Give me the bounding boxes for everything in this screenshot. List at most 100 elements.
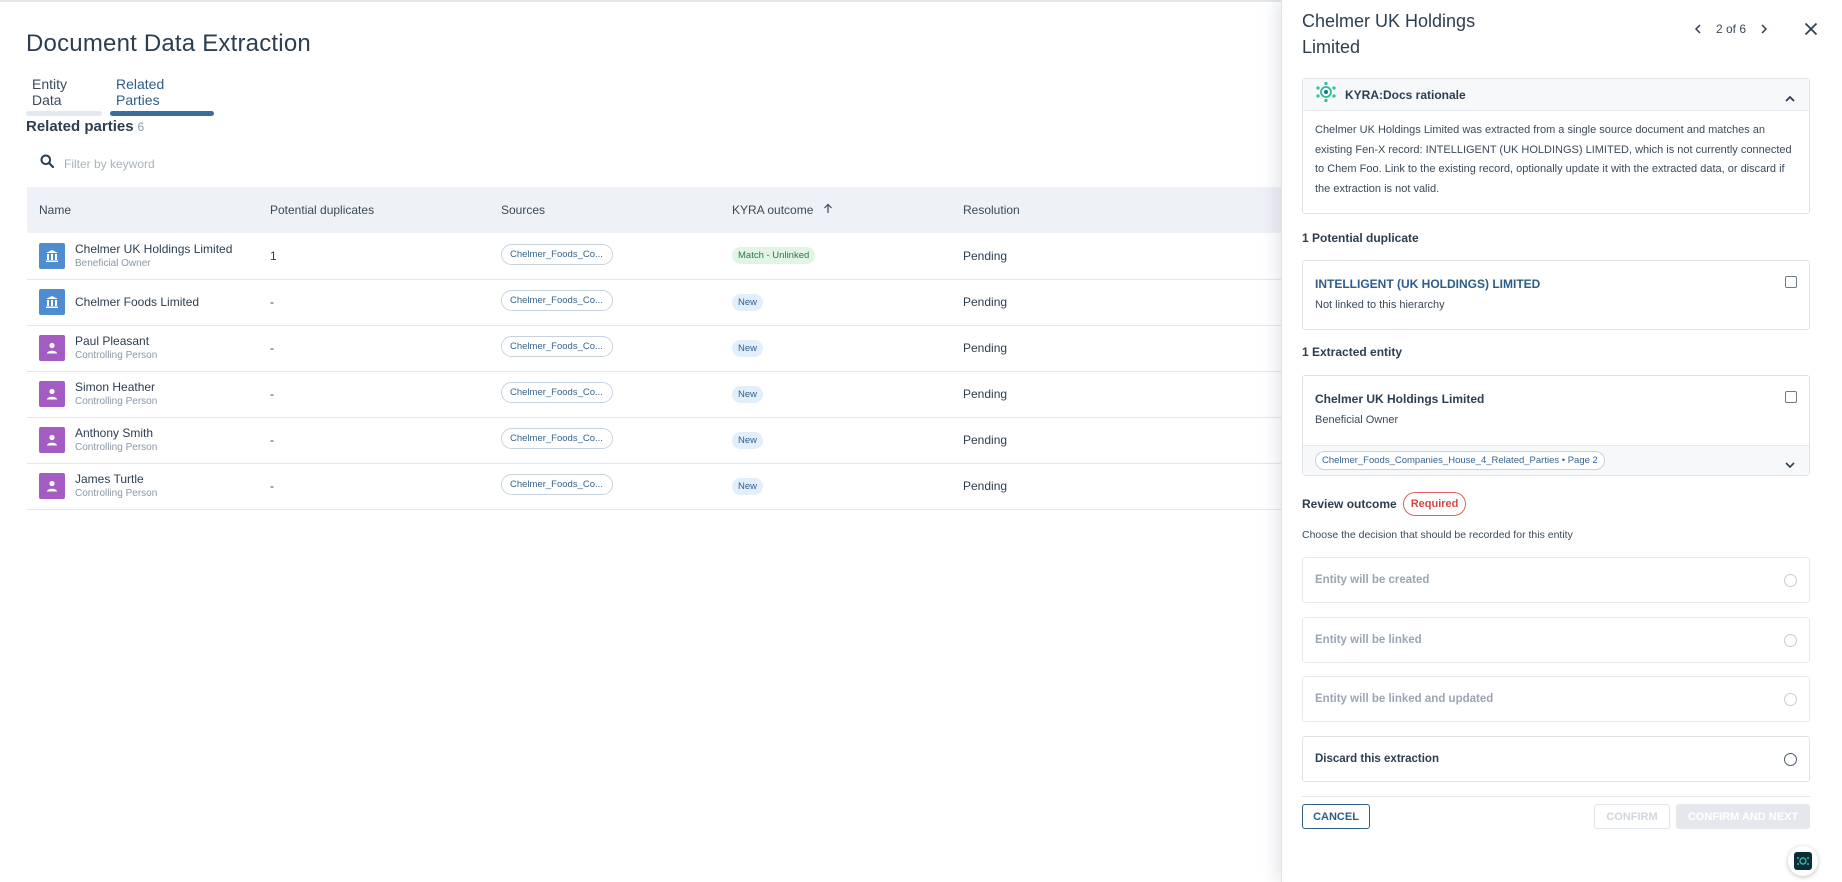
kyra-rationale-title: KYRA:Docs rationale — [1345, 87, 1466, 102]
related-parties-heading: Related parties 6 — [26, 118, 144, 135]
required-badge: Required — [1402, 492, 1467, 516]
option-label: Discard this extraction — [1315, 753, 1439, 765]
option-radio — [1784, 574, 1797, 587]
person-icon — [39, 335, 65, 361]
party-name[interactable]: Anthony Smith — [75, 426, 157, 441]
source-document-pill[interactable]: Chelmer_Foods_Companies_House_4_Related_… — [1315, 451, 1605, 470]
kyra-assistant-icon — [1794, 852, 1812, 870]
column-header-resolution[interactable]: Resolution — [951, 187, 1281, 233]
cell-name: James Turtle Controlling Person — [27, 463, 258, 510]
cell-name: Simon Heather Controlling Person — [27, 371, 258, 418]
sort-ascending-icon[interactable] — [823, 203, 833, 217]
confirm-button: CONFIRM — [1594, 804, 1670, 829]
party-role: Controlling Person — [75, 350, 158, 361]
table-row[interactable]: Simon Heather Controlling Person - Chelm… — [27, 371, 1281, 418]
next-icon[interactable] — [1760, 24, 1768, 34]
cell-resolution: Pending — [951, 417, 1281, 464]
kyra-rationale-text: Chelmer UK Holdings Limited was extracte… — [1315, 124, 1792, 195]
cell-sources: Chelmer_Foods_Co... — [489, 279, 720, 326]
cell-sources: Chelmer_Foods_Co... — [489, 417, 720, 464]
party-name[interactable]: Chelmer UK Holdings Limited — [75, 242, 232, 257]
cell-potential-duplicates: - — [258, 279, 489, 326]
cell-kyra-outcome: New — [720, 463, 951, 510]
party-name[interactable]: Paul Pleasant — [75, 334, 157, 349]
extracted-entity-card: Chelmer UK Holdings Limited Beneficial O… — [1302, 375, 1810, 476]
review-outcome-help: Choose the decision that should be recor… — [1302, 529, 1573, 541]
previous-icon[interactable] — [1694, 24, 1702, 34]
panel-title: Chelmer UK Holdings Limited — [1302, 11, 1476, 57]
outcome-badge: New — [732, 477, 764, 495]
organisation-icon — [39, 289, 65, 315]
extracted-entity-checkbox[interactable] — [1785, 391, 1797, 403]
party-name[interactable]: Simon Heather — [75, 380, 157, 395]
option-entity-created: Entity will be created — [1302, 557, 1810, 603]
option-radio[interactable] — [1784, 753, 1797, 766]
outcome-badge: New — [732, 385, 764, 403]
party-role: Controlling Person — [75, 442, 158, 453]
cell-potential-duplicates: - — [258, 463, 489, 510]
chevron-up-icon[interactable] — [1785, 89, 1795, 107]
kyra-outcome-label: KYRA outcome — [732, 202, 814, 217]
confirm-and-next-button: CONFIRM AND NEXT — [1676, 804, 1810, 829]
duplicate-name[interactable]: INTELLIGENT (UK HOLDINGS) LIMITED — [1315, 277, 1540, 291]
tab-related-parties[interactable]: Related Parties — [110, 76, 214, 116]
column-header-sources[interactable]: Sources — [489, 187, 720, 233]
cell-resolution: Pending — [951, 233, 1281, 280]
option-label: Entity will be linked and updated — [1315, 693, 1494, 705]
table-row[interactable]: James Turtle Controlling Person - Chelme… — [27, 463, 1281, 510]
cell-kyra-outcome: New — [720, 325, 951, 372]
person-icon — [39, 427, 65, 453]
extracted-entity-role: Beneficial Owner — [1315, 414, 1399, 426]
organisation-icon — [39, 242, 65, 269]
party-name[interactable]: James Turtle — [75, 472, 157, 487]
pager-position: 2 of 6 — [1716, 22, 1747, 36]
source-pill[interactable]: Chelmer_Foods_Co... — [501, 290, 613, 311]
cell-name: Paul Pleasant Controlling Person — [27, 325, 258, 372]
outcome-badge: Match - Unlinked — [732, 247, 816, 265]
party-role: Controlling Person — [75, 396, 158, 407]
cancel-button[interactable]: CANCEL — [1302, 804, 1370, 829]
source-pill[interactable]: Chelmer_Foods_Co... — [501, 336, 613, 357]
cell-kyra-outcome: New — [720, 371, 951, 418]
outcome-badge: New — [732, 339, 764, 357]
table-body: Chelmer UK Holdings Limited Beneficial O… — [27, 233, 1281, 510]
table-row[interactable]: Chelmer UK Holdings Limited Beneficial O… — [27, 233, 1281, 280]
column-header-potential-duplicates[interactable]: Potential duplicates — [258, 187, 489, 233]
duplicate-checkbox[interactable] — [1785, 276, 1797, 288]
option-radio — [1784, 634, 1797, 647]
cell-resolution: Pending — [951, 279, 1281, 326]
cell-sources: Chelmer_Foods_Co... — [489, 325, 720, 372]
cell-kyra-outcome: Match - Unlinked — [720, 233, 951, 280]
option-entity-linked: Entity will be linked — [1302, 617, 1810, 663]
source-pill[interactable]: Chelmer_Foods_Co... — [501, 474, 613, 495]
source-pill[interactable]: Chelmer_Foods_Co... — [501, 382, 613, 403]
review-outcome-label: Review outcome — [1302, 497, 1397, 511]
extracted-entity-label: 1 Extracted entity — [1302, 345, 1403, 359]
outcome-badge: New — [732, 293, 764, 311]
potential-duplicate-card: INTELLIGENT (UK HOLDINGS) LIMITED Not li… — [1302, 260, 1810, 330]
option-label: Entity will be created — [1315, 574, 1430, 586]
table-header-row: Name Potential duplicates Sources KYRA o… — [27, 187, 1281, 233]
kyra-assistant-button[interactable] — [1788, 846, 1818, 876]
tab-entity-data[interactable]: Entity Data — [26, 76, 102, 116]
source-pill[interactable]: Chelmer_Foods_Co... — [501, 428, 613, 449]
cell-name: Chelmer Foods Limited — [27, 279, 258, 326]
party-name[interactable]: Chelmer Foods Limited — [75, 295, 199, 310]
table-row[interactable]: Chelmer Foods Limited - Chelmer_Foods_Co… — [27, 279, 1281, 326]
kyra-rationale-header[interactable]: KYRA:Docs rationale — [1303, 79, 1809, 111]
cell-kyra-outcome: New — [720, 279, 951, 326]
chevron-down-icon[interactable] — [1785, 456, 1795, 474]
filter-bar — [40, 154, 640, 173]
close-icon[interactable] — [1804, 22, 1818, 41]
table-row[interactable]: Anthony Smith Controlling Person - Chelm… — [27, 417, 1281, 464]
column-header-name[interactable]: Name — [27, 187, 258, 233]
table-row[interactable]: Paul Pleasant Controlling Person - Chelm… — [27, 325, 1281, 372]
option-discard-extraction[interactable]: Discard this extraction — [1302, 736, 1810, 782]
actions-divider — [1302, 796, 1810, 797]
cell-potential-duplicates: - — [258, 325, 489, 372]
cell-name: Anthony Smith Controlling Person — [27, 417, 258, 464]
filter-input[interactable] — [64, 156, 464, 171]
column-header-kyra-outcome[interactable]: KYRA outcome — [720, 187, 951, 233]
review-outcome-heading: Review outcome Required — [1302, 492, 1467, 516]
source-pill[interactable]: Chelmer_Foods_Co... — [501, 243, 613, 265]
